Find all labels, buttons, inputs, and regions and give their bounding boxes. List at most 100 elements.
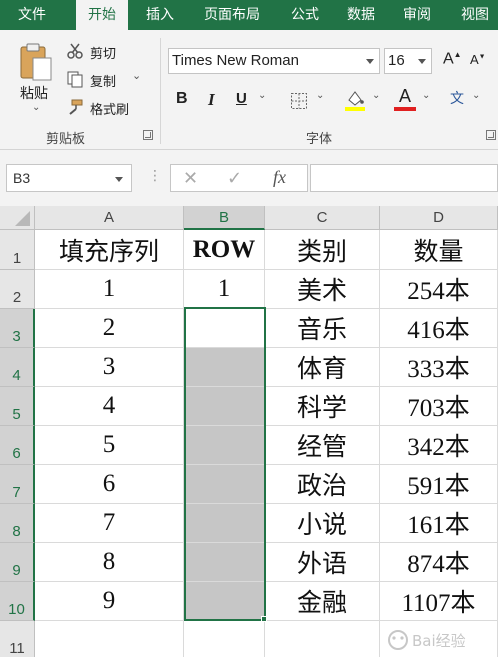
row-header-6[interactable]: 6 [0, 426, 35, 465]
cell-a8[interactable]: 7 [35, 504, 184, 543]
cell-b10[interactable] [184, 582, 265, 621]
cell-b7[interactable] [184, 465, 265, 504]
font-name-select[interactable]: Times New Roman [168, 48, 380, 74]
paste-label[interactable]: 粘贴 [20, 83, 48, 103]
copy-icon[interactable] [66, 70, 84, 92]
cell-c9[interactable]: 外语 [265, 543, 380, 582]
tab-page-layout[interactable]: 页面布局 [196, 0, 268, 30]
phonetic-dropdown-icon[interactable]: ⌄ [472, 90, 480, 101]
tab-data[interactable]: 数据 [336, 0, 386, 30]
cell-c8[interactable]: 小说 [265, 504, 380, 543]
cell-d2[interactable]: 254本 [380, 270, 498, 309]
cell-b1[interactable]: ROW [184, 230, 265, 270]
cell-a5[interactable]: 4 [35, 387, 184, 426]
underline-button[interactable]: U [236, 90, 247, 107]
phonetic-guide-icon[interactable]: 文 [450, 88, 464, 108]
row-header-1[interactable]: 1 [0, 230, 35, 270]
row-header-5[interactable]: 5 [0, 387, 35, 426]
row-header-11[interactable]: 11 [0, 621, 35, 657]
cell-a2[interactable]: 1 [35, 270, 184, 309]
tab-file[interactable]: 文件 [6, 0, 58, 30]
cell-a3[interactable]: 2 [35, 309, 184, 348]
shrink-font-icon[interactable]: A▼ [470, 52, 486, 67]
column-header-a[interactable]: A [35, 206, 184, 230]
insert-function-icon[interactable]: fx [273, 167, 286, 188]
column-header-c[interactable]: C [265, 206, 380, 230]
borders-icon[interactable] [290, 92, 308, 114]
column-header-d[interactable]: D [380, 206, 498, 230]
tab-formulas[interactable]: 公式 [280, 0, 330, 30]
cell-c7[interactable]: 政治 [265, 465, 380, 504]
cell-c3[interactable]: 音乐 [265, 309, 380, 348]
cell-a6[interactable]: 5 [35, 426, 184, 465]
row-header-2[interactable]: 2 [0, 270, 35, 309]
formula-input[interactable] [310, 164, 498, 192]
row-header-3[interactable]: 3 [0, 309, 35, 348]
cell-d1[interactable]: 数量 [380, 230, 498, 270]
font-launcher-icon[interactable] [486, 130, 496, 140]
cell-a11[interactable] [35, 621, 184, 657]
cell-d3[interactable]: 416本 [380, 309, 498, 348]
cut-icon[interactable] [66, 42, 84, 64]
cell-d8[interactable]: 161本 [380, 504, 498, 543]
tab-home[interactable]: 开始 [76, 0, 128, 30]
row-header-4[interactable]: 4 [0, 348, 35, 387]
cell-b4[interactable] [184, 348, 265, 387]
cell-c4[interactable]: 体育 [265, 348, 380, 387]
cell-d6[interactable]: 342本 [380, 426, 498, 465]
cut-label[interactable]: 剪切 [90, 43, 116, 62]
cell-b9[interactable] [184, 543, 265, 582]
cell-d5[interactable]: 703本 [380, 387, 498, 426]
italic-button[interactable]: I [208, 90, 215, 110]
tab-insert[interactable]: 插入 [134, 0, 186, 30]
cell-b6[interactable] [184, 426, 265, 465]
copy-label[interactable]: 复制 [90, 71, 116, 90]
underline-dropdown-icon[interactable]: ⌄ [258, 90, 266, 101]
cell-d7[interactable]: 591本 [380, 465, 498, 504]
fill-color-icon[interactable] [344, 88, 366, 116]
cell-d4[interactable]: 333本 [380, 348, 498, 387]
column-header-b[interactable]: B [184, 206, 265, 230]
tab-view[interactable]: 视图 [450, 0, 498, 30]
cell-a9[interactable]: 8 [35, 543, 184, 582]
cell-b8[interactable] [184, 504, 265, 543]
enter-icon[interactable]: ✓ [227, 168, 242, 189]
cell-c1[interactable]: 类别 [265, 230, 380, 270]
font-color-icon[interactable]: A [394, 86, 416, 111]
borders-dropdown-icon[interactable]: ⌄ [316, 90, 324, 101]
cell-c2[interactable]: 美术 [265, 270, 380, 309]
cell-b5[interactable] [184, 387, 265, 426]
row-header-9[interactable]: 9 [0, 543, 35, 582]
cell-b2[interactable]: 1 [184, 270, 265, 309]
cell-c6[interactable]: 经管 [265, 426, 380, 465]
row-header-8[interactable]: 8 [0, 504, 35, 543]
format-painter-label[interactable]: 格式刷 [90, 99, 129, 118]
cell-a4[interactable]: 3 [35, 348, 184, 387]
clipboard-launcher-icon[interactable] [143, 130, 153, 140]
cell-a10[interactable]: 9 [35, 582, 184, 621]
cell-a1[interactable]: 填充序列 [35, 230, 184, 270]
paste-dropdown-icon[interactable]: ⌄ [32, 102, 40, 113]
cell-b11[interactable] [184, 621, 265, 657]
cell-b3[interactable] [184, 309, 265, 348]
fill-color-dropdown-icon[interactable]: ⌄ [372, 90, 380, 101]
cell-d10[interactable]: 1107本 [380, 582, 498, 621]
cell-c10[interactable]: 金融 [265, 582, 380, 621]
grow-font-icon[interactable]: A▲ [443, 50, 462, 68]
cell-c5[interactable]: 科学 [265, 387, 380, 426]
select-all-corner[interactable] [0, 206, 35, 230]
fill-handle[interactable] [261, 616, 267, 622]
paste-icon[interactable] [18, 42, 54, 86]
drag-handle-icon[interactable]: ⋮ [148, 168, 162, 184]
font-size-select[interactable]: 16 [384, 48, 432, 74]
tab-review[interactable]: 审阅 [392, 0, 442, 30]
row-header-7[interactable]: 7 [0, 465, 35, 504]
bold-button[interactable]: B [176, 90, 188, 108]
font-color-dropdown-icon[interactable]: ⌄ [422, 90, 430, 101]
row-header-10[interactable]: 10 [0, 582, 35, 621]
format-painter-icon[interactable] [66, 98, 84, 120]
cell-d9[interactable]: 874本 [380, 543, 498, 582]
name-box[interactable]: B3 [6, 164, 132, 192]
copy-dropdown-icon[interactable]: ⌄ [132, 69, 141, 82]
cell-c11[interactable] [265, 621, 380, 657]
